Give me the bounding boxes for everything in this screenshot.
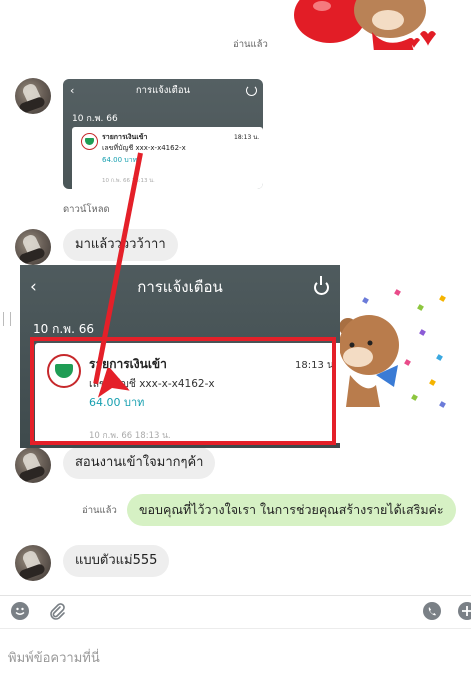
download-label[interactable]: ดาวน์โหลด: [63, 202, 110, 217]
confetti: [362, 297, 369, 304]
notification-header-title: การแจ้งเตือน: [137, 278, 223, 296]
confetti: [439, 401, 446, 408]
confetti: [436, 354, 443, 361]
bank-logo-icon: [81, 133, 98, 150]
outgoing-message-bubble[interactable]: ขอบคุณที่ไว้วางใจเรา ในการช่วยคุณสร้างรา…: [127, 494, 456, 526]
message-bubble[interactable]: สอนงานเข้าใจมากๆค้า: [63, 447, 216, 479]
sticker-bear-heart: [292, 0, 442, 52]
message-input[interactable]: พิมพ์ข้อความที่นี่: [0, 628, 471, 690]
message-bubble[interactable]: แบบตัวแม่555: [63, 545, 170, 577]
emoji-icon[interactable]: [11, 602, 29, 620]
confetti: [411, 394, 418, 401]
thumbnail-item-title: รายการเงินเข้า: [102, 133, 148, 141]
avatar[interactable]: [15, 78, 51, 114]
annotation-arrowhead: [97, 368, 130, 398]
image-message-thumbnail[interactable]: ‹ การแจ้งเตือน 10 ก.พ. 66 รายการเงินเข้า …: [63, 79, 263, 189]
notification-header: ‹ การแจ้งเตือน: [20, 265, 340, 309]
read-receipt: อ่านแล้ว: [82, 505, 117, 516]
confetti: [439, 295, 446, 302]
thumbnail-item-account: เลขที่บัญชี xxx-x-x4162-x: [102, 144, 186, 152]
attachment-icon[interactable]: [48, 602, 66, 620]
add-icon[interactable]: [458, 602, 471, 620]
thumbnail-date: 10 ก.พ. 66: [72, 114, 118, 124]
back-icon: ‹: [70, 84, 75, 97]
thumbnail-item-time: 18:13 น.: [234, 134, 260, 141]
avatar[interactable]: [15, 545, 51, 581]
confetti: [394, 289, 401, 296]
thumbnail-header-title: การแจ้งเตือน: [135, 85, 191, 96]
voice-call-icon[interactable]: [423, 602, 441, 620]
thumbnail-item-footer: 10 ก.พ. 66 18:13 น.: [102, 178, 155, 184]
composer-toolbar: [0, 596, 471, 628]
chat-area[interactable]: อ่านแล้ว ‹ การแจ้งเตือน 10 ก.พ. 66 รายการ…: [0, 0, 471, 595]
thumbnail-card: รายการเงินเข้า 18:13 น. เลขที่บัญชี xxx-…: [72, 127, 263, 189]
message-input-placeholder: พิมพ์ข้อความที่นี่: [8, 651, 100, 666]
highlight-box: [30, 337, 336, 445]
power-icon: [246, 85, 257, 96]
confetti: [417, 304, 424, 311]
power-icon: [314, 276, 329, 295]
back-icon: ‹: [30, 277, 37, 297]
confetti: [429, 379, 436, 386]
resize-handle[interactable]: [3, 312, 11, 326]
avatar[interactable]: [15, 229, 51, 265]
sticker-bear-confetti: [336, 315, 406, 415]
confetti: [419, 329, 426, 336]
read-receipt: อ่านแล้ว: [233, 39, 268, 50]
thumbnail-item-amount: 64.00 บาท: [102, 156, 138, 164]
avatar[interactable]: [15, 447, 51, 483]
